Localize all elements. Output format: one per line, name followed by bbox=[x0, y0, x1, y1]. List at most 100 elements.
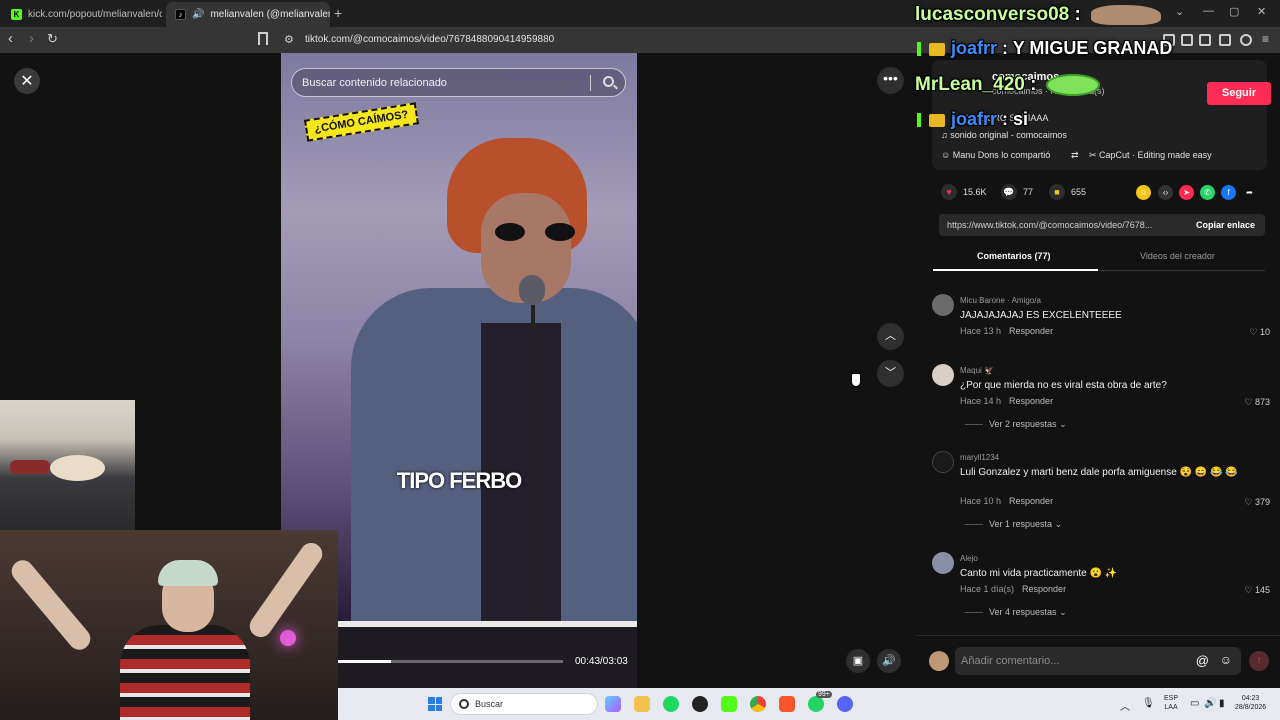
mention-icon[interactable]: @ bbox=[1196, 653, 1209, 668]
search-icon[interactable] bbox=[603, 76, 614, 87]
discord-icon[interactable] bbox=[837, 696, 853, 712]
reply-button[interactable]: Responder bbox=[1009, 396, 1053, 406]
spotify-icon[interactable] bbox=[663, 696, 679, 712]
tab-kick-chat[interactable]: K kick.com/popout/melianvalen/chat bbox=[2, 2, 162, 27]
chat-username: lucasconverso08 bbox=[915, 4, 1070, 25]
volume-tray-icon[interactable]: 🔊 bbox=[1204, 698, 1216, 709]
comment-user[interactable]: Micu Barone · Amigo/a bbox=[960, 296, 1041, 305]
tab-creator-videos[interactable]: Videos del creador bbox=[1140, 251, 1215, 261]
bookmark-icon[interactable] bbox=[258, 32, 268, 45]
friends-share-icon[interactable]: ☺ bbox=[1136, 185, 1151, 200]
shared-by-text: Manu Dons lo compartió bbox=[952, 150, 1051, 160]
avatar[interactable] bbox=[932, 294, 954, 316]
comment-stat[interactable]: 💬 77 bbox=[1001, 184, 1033, 200]
music-note-icon: ♫ bbox=[941, 130, 951, 140]
maximize-button[interactable]: ▢ bbox=[1229, 5, 1239, 18]
brave-icon[interactable] bbox=[779, 696, 795, 712]
emoji-icon[interactable]: ☺ bbox=[1220, 653, 1232, 667]
mouse-cursor bbox=[851, 373, 861, 387]
previous-video-button[interactable]: ︿ bbox=[877, 323, 904, 350]
clock[interactable]: 04:23 28/8/2026 bbox=[1235, 694, 1266, 712]
sound-link[interactable]: ♫ sonido original - comocaimos bbox=[941, 130, 1067, 140]
comment-likes[interactable]: ♡ 873 bbox=[1244, 397, 1270, 408]
battery-icon[interactable]: ▮ bbox=[1219, 698, 1225, 709]
taskbar-search[interactable]: Buscar bbox=[450, 693, 598, 715]
reply-button[interactable]: Responder bbox=[1009, 326, 1053, 336]
comment-like-count: 145 bbox=[1254, 585, 1270, 595]
chrome-icon[interactable] bbox=[750, 696, 766, 712]
tab-tiktok[interactable]: ♪ 🔊 melianvalen (@melianvalen) ✕ bbox=[166, 2, 330, 27]
close-icon[interactable]: ✕ bbox=[14, 68, 40, 94]
streamer-arm-right bbox=[245, 538, 327, 642]
pip-icon[interactable]: ▣ bbox=[846, 649, 870, 673]
avatar[interactable] bbox=[932, 364, 954, 386]
reload-icon[interactable]: ↻ bbox=[47, 31, 58, 47]
save-stat[interactable]: ■ 655 bbox=[1049, 184, 1086, 200]
obs-icon[interactable] bbox=[692, 696, 708, 712]
vpn-icon[interactable] bbox=[1240, 34, 1252, 46]
follow-button[interactable]: Seguir bbox=[1207, 82, 1271, 105]
site-info-icon[interactable]: ⚙ bbox=[284, 33, 294, 46]
new-tab-button[interactable]: + bbox=[334, 5, 342, 21]
microphone-icon[interactable]: 🎙 bbox=[1142, 698, 1155, 709]
file-explorer-icon[interactable] bbox=[634, 696, 650, 712]
tab-title: kick.com/popout/melianvalen/chat bbox=[28, 9, 162, 20]
copy-link-button[interactable]: Copiar enlace bbox=[1196, 220, 1255, 230]
comment-composer: Añadir comentario... @ ☺ ↑ bbox=[917, 635, 1280, 688]
reply-button[interactable]: Responder bbox=[1022, 584, 1066, 594]
comments-tabs: Comentarios (77) Videos del creador bbox=[933, 245, 1265, 271]
microphone bbox=[519, 275, 545, 305]
sidebar-icon[interactable] bbox=[1181, 34, 1193, 46]
forward-icon[interactable]: › bbox=[29, 31, 34, 47]
chat-message: lucasconverso08 : bbox=[915, 4, 1161, 26]
view-replies-button[interactable]: Ver 4 respuestas ⌄ bbox=[965, 607, 1067, 618]
url-field[interactable]: tiktok.com/@comocaimos/video/76784880904… bbox=[305, 34, 554, 45]
reply-button[interactable]: Responder bbox=[1009, 496, 1053, 506]
comment-text: Canto mi vida practicamente 😮 ✨ bbox=[960, 568, 1118, 579]
capcut-link[interactable]: ✂ CapCut · Editing made easy bbox=[1089, 150, 1212, 161]
comment-likes[interactable]: ♡ 10 bbox=[1249, 327, 1270, 338]
video-progress-bar[interactable] bbox=[338, 660, 563, 663]
tab-comments[interactable]: Comentarios (77) bbox=[977, 251, 1051, 261]
chevron-up-icon[interactable]: ︿ bbox=[1120, 698, 1130, 713]
puzzle-icon[interactable] bbox=[1219, 34, 1231, 46]
network-icon[interactable]: ▭ bbox=[1190, 698, 1199, 709]
comment-likes[interactable]: ♡ 145 bbox=[1244, 585, 1270, 596]
sleeping-cat bbox=[50, 455, 105, 481]
facebook-icon[interactable]: f bbox=[1221, 185, 1236, 200]
volume-icon[interactable]: 🔊 bbox=[877, 649, 901, 673]
chat-separator: : bbox=[1069, 4, 1081, 25]
save-count: 655 bbox=[1071, 187, 1087, 197]
related-search-input[interactable]: Buscar contenido relacionado bbox=[291, 68, 626, 97]
send-icon[interactable]: ➤ bbox=[1179, 185, 1194, 200]
back-icon[interactable]: ‹ bbox=[8, 31, 13, 47]
wallet-icon[interactable] bbox=[1199, 34, 1211, 46]
more-options-button[interactable]: ••• bbox=[877, 67, 904, 94]
comment-user[interactable]: Maqui 🦅 bbox=[960, 366, 994, 375]
like-stat[interactable]: ♥ 15.6K bbox=[941, 184, 987, 200]
view-replies-button[interactable]: Ver 1 respuesta ⌄ bbox=[965, 519, 1062, 530]
kick-app-icon[interactable] bbox=[721, 696, 737, 712]
comment-likes[interactable]: ♡ 379 bbox=[1244, 497, 1270, 508]
avatar[interactable] bbox=[932, 451, 954, 473]
next-video-button[interactable]: ﹀ bbox=[877, 360, 904, 387]
language-indicator[interactable]: ESP LAA bbox=[1164, 694, 1178, 712]
search-placeholder: Buscar contenido relacionado bbox=[302, 77, 447, 89]
view-replies-button[interactable]: Ver 2 respuestas ⌄ bbox=[965, 419, 1067, 430]
whatsapp-icon[interactable]: ✆ bbox=[1200, 185, 1215, 200]
close-window-button[interactable]: ✕ bbox=[1257, 5, 1266, 18]
tab-search-icon[interactable]: ⌄ bbox=[1175, 5, 1184, 18]
embed-icon[interactable]: ‹› bbox=[1158, 185, 1173, 200]
comment-user[interactable]: Alejo bbox=[960, 554, 978, 563]
whatsapp-app-icon[interactable] bbox=[808, 696, 824, 712]
comment-input[interactable]: Añadir comentario... @ ☺ bbox=[955, 647, 1241, 675]
windows-start-icon[interactable] bbox=[428, 697, 442, 711]
menu-icon[interactable]: ≡ bbox=[1262, 31, 1269, 47]
comment-user[interactable]: maryll1234 bbox=[960, 453, 999, 462]
send-comment-button[interactable]: ↑ bbox=[1249, 651, 1269, 671]
copilot-icon[interactable] bbox=[605, 696, 621, 712]
minimize-button[interactable]: — bbox=[1203, 5, 1214, 17]
share-link-url[interactable]: https://www.tiktok.com/@comocaimos/video… bbox=[947, 220, 1152, 230]
share-arrow-icon[interactable]: ➦ bbox=[1242, 185, 1257, 200]
avatar[interactable] bbox=[932, 552, 954, 574]
